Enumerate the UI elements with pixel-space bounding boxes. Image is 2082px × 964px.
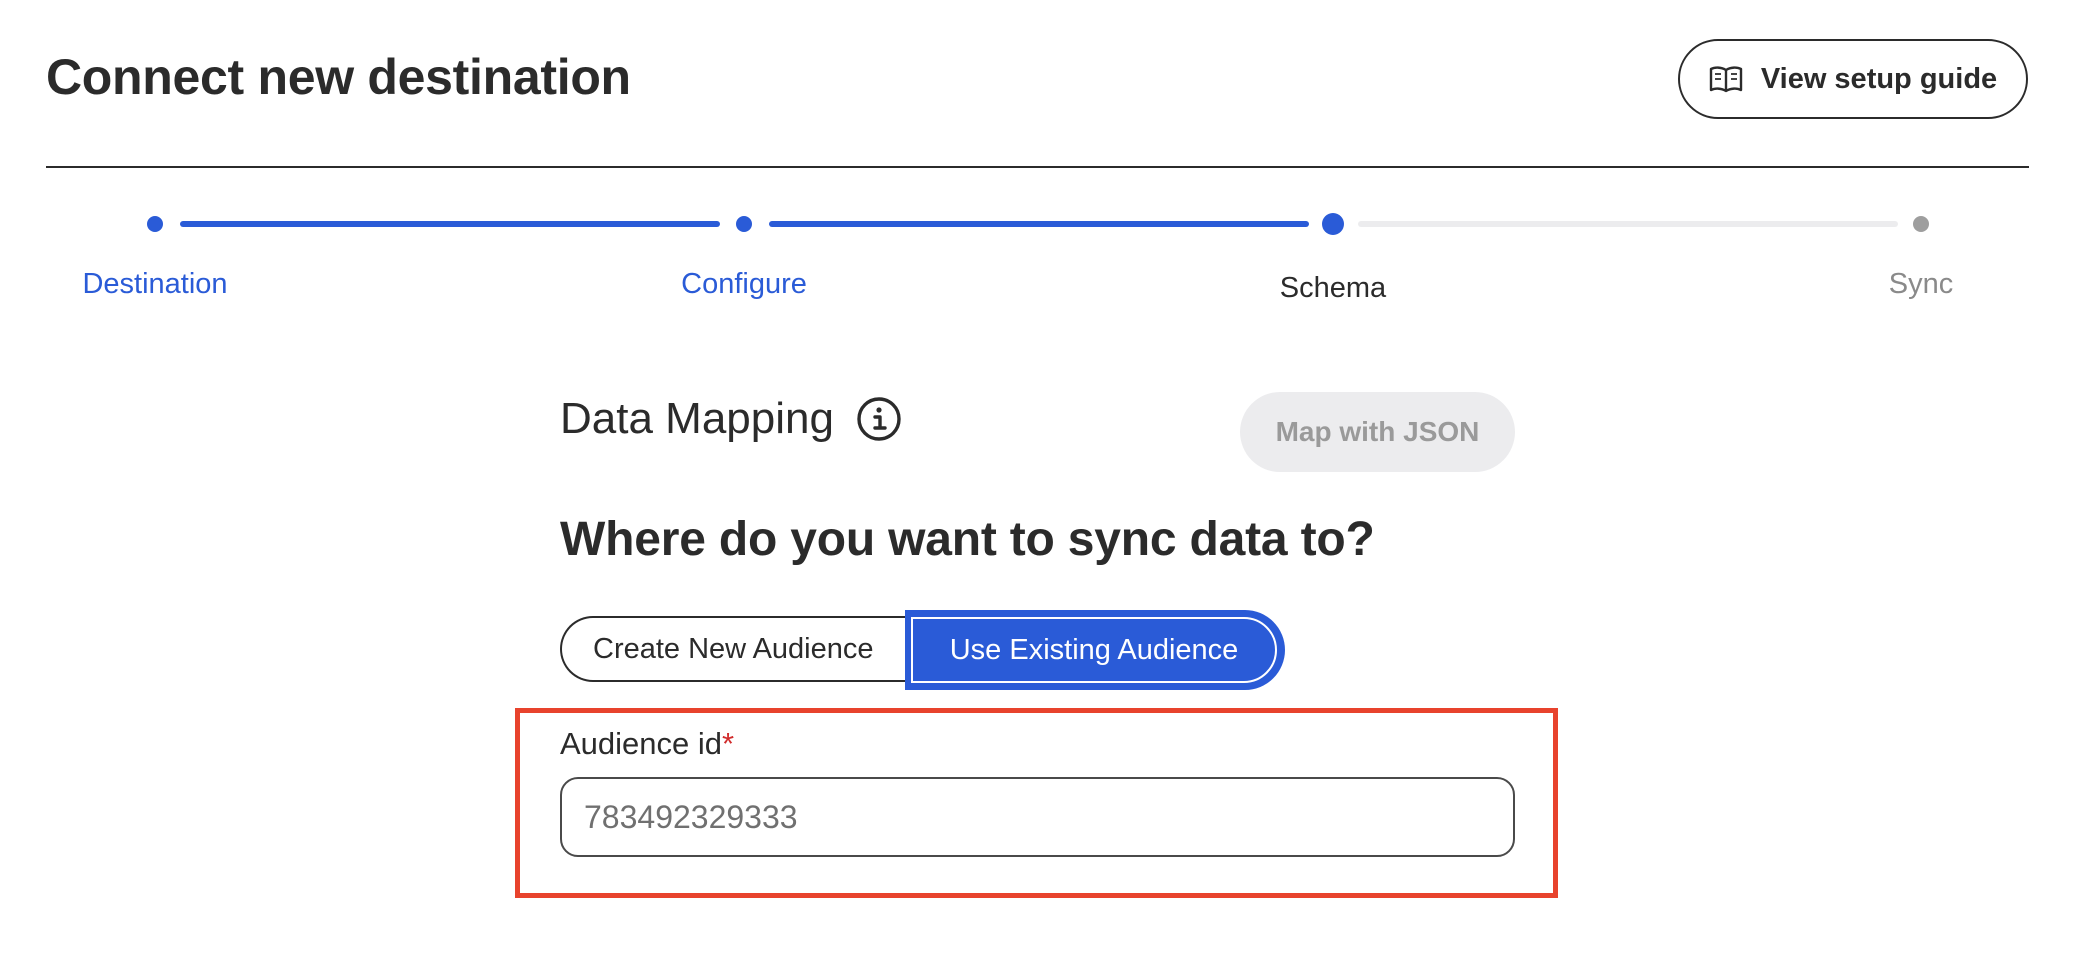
data-mapping-title-text: Data Mapping <box>560 394 834 443</box>
use-existing-audience-label: Use Existing Audience <box>949 633 1239 666</box>
sync-target-question: Where do you want to sync data to? <box>560 513 1375 566</box>
create-new-audience-label: Create New Audience <box>593 632 874 665</box>
audience-id-label: Audience id* <box>560 726 734 762</box>
book-icon <box>1709 66 1743 93</box>
step-dot-sync <box>1913 216 1929 232</box>
step-label-destination[interactable]: Destination <box>82 268 227 301</box>
stepper-line-3 <box>1358 221 1898 227</box>
stepper-line-1 <box>180 221 720 227</box>
view-setup-guide-button[interactable]: View setup guide <box>1678 39 2028 119</box>
step-label-configure[interactable]: Configure <box>681 268 807 301</box>
audience-mode-toggle: Create New Audience Use Existing Audienc… <box>560 610 1285 690</box>
stepper-line-2 <box>769 221 1309 227</box>
audience-id-label-text: Audience id <box>560 726 723 761</box>
use-existing-audience-option[interactable]: Use Existing Audience <box>905 610 1285 690</box>
info-icon[interactable] <box>856 396 902 442</box>
data-mapping-title: Data Mapping <box>560 394 902 444</box>
audience-id-input[interactable] <box>560 777 1515 857</box>
step-dot-configure[interactable] <box>736 216 752 232</box>
create-new-audience-option[interactable]: Create New Audience <box>560 616 940 682</box>
step-label-sync: Sync <box>1888 268 1954 300</box>
header-divider <box>46 166 2029 168</box>
page-title: Connect new destination <box>46 49 631 105</box>
step-dot-destination[interactable] <box>147 216 163 232</box>
view-setup-guide-label: View setup guide <box>1760 62 1998 95</box>
required-marker: * <box>722 726 735 761</box>
step-dot-schema <box>1322 213 1344 235</box>
step-label-schema: Schema <box>1279 272 1387 304</box>
map-with-json-button[interactable]: Map with JSON <box>1240 392 1515 472</box>
